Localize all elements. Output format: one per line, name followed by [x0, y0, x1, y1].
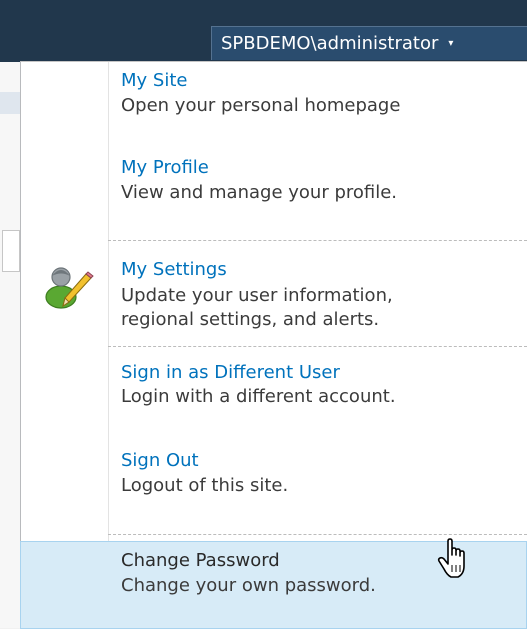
menu-item-title: Change Password — [121, 550, 280, 571]
menu-separator — [108, 346, 527, 347]
user-menu-button[interactable]: SPBDEMO\administrator ▾ — [211, 26, 527, 60]
user-name-label: SPBDEMO\administrator — [221, 33, 439, 54]
background-page-edge — [0, 62, 20, 628]
menu-item-title: Sign in as Different User — [121, 362, 340, 383]
top-bar: SPBDEMO\administrator ▾ — [0, 0, 527, 62]
menu-item-title: Sign Out — [121, 450, 199, 471]
menu-item-title: My Profile — [121, 157, 209, 178]
menu-item-description: View and manage your profile. — [121, 182, 398, 203]
background-box — [2, 230, 20, 272]
menu-separator — [108, 240, 527, 241]
menu-item-sign-in-different-user[interactable]: Sign in as Different User Login with a d… — [21, 354, 527, 434]
menu-item-my-settings[interactable]: My Settings Update your user information… — [21, 252, 527, 342]
menu-item-description: Update your user information, — [121, 285, 393, 306]
menu-item-title: My Settings — [121, 259, 227, 280]
menu-item-description: Open your personal homepage — [121, 95, 401, 116]
menu-item-description: Logout of this site. — [121, 475, 289, 496]
chevron-down-icon: ▾ — [448, 38, 454, 49]
menu-item-title: My Site — [121, 70, 188, 91]
menu-item-sign-out[interactable]: Sign Out Logout of this site. — [21, 442, 527, 522]
menu-item-description: regional settings, and alerts. — [121, 309, 380, 330]
menu-separator — [108, 534, 527, 535]
menu-item-description: Login with a different account. — [121, 386, 396, 407]
background-band — [0, 92, 20, 114]
menu-item-my-profile[interactable]: My Profile View and manage your profile. — [21, 152, 527, 242]
menu-item-description: Change your own password. — [121, 575, 376, 596]
hand-cursor-icon — [437, 538, 465, 578]
